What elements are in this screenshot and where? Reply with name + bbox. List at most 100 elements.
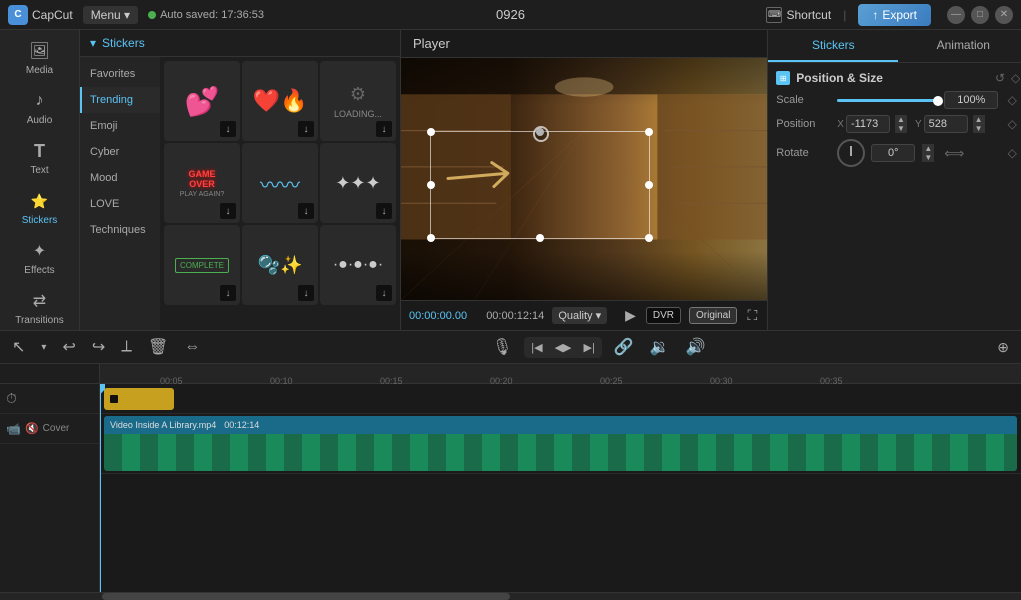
playhead[interactable] [100, 384, 101, 592]
clip-controls-group: |◀ ◀▶ ▶| [524, 337, 602, 358]
audio-label: Audio [27, 115, 53, 126]
scale-reset-button[interactable]: ◇ [1004, 92, 1020, 108]
minimize-button[interactable]: — [947, 6, 965, 24]
sidebar-item-audio[interactable]: ♪ Audio [4, 84, 76, 132]
tab-stickers[interactable]: Stickers [768, 30, 898, 62]
sticker-nav-techniques[interactable]: Techniques [80, 217, 160, 243]
download-icon[interactable]: ↓ [298, 285, 314, 301]
mirror-button[interactable]: ⇔ [180, 336, 204, 358]
scale-slider[interactable] [837, 99, 938, 102]
export-label: Export [882, 8, 917, 22]
clip-end-button[interactable]: ▶| [579, 339, 600, 356]
frame-strip [104, 434, 1017, 471]
download-icon[interactable]: ↓ [376, 203, 392, 219]
position-reset-button[interactable]: ◇ [1004, 116, 1020, 132]
autosave-indicator: Auto saved: 17:36:53 [148, 9, 264, 21]
scale-value[interactable] [944, 91, 998, 109]
rotate-indicator [850, 146, 852, 156]
position-x-input[interactable] [846, 115, 890, 133]
volume-up-button[interactable]: 🔊 [682, 335, 710, 359]
mic-button[interactable]: 🎙 [488, 335, 516, 359]
timeline-scrollbar[interactable] [0, 592, 1021, 600]
scale-slider-thumb[interactable] [933, 96, 943, 106]
logo-icon: C [8, 5, 28, 25]
time-sep [475, 310, 478, 322]
sidebar-item-text[interactable]: T Text [4, 134, 76, 182]
volume-down-button[interactable]: 🔉 [646, 335, 674, 359]
add-clip-button[interactable]: ⊕ [993, 337, 1013, 358]
rotation-handle[interactable] [533, 126, 549, 142]
list-item[interactable]: ⚙ LOADING... ↓ [320, 61, 396, 141]
clip-split-button[interactable]: ◀▶ [550, 339, 577, 356]
sidebar-item-media[interactable]: 🖼 Media [4, 34, 76, 82]
undo-button[interactable]: ↩ [58, 335, 79, 359]
list-item[interactable]: ·●·●·●· ↓ [320, 225, 396, 305]
position-y-input[interactable] [924, 115, 968, 133]
list-item[interactable]: COMPLETE ↓ [164, 225, 240, 305]
sticker-clip[interactable] [104, 388, 174, 410]
clip-start-button[interactable]: |◀ [526, 339, 547, 356]
maximize-button[interactable]: □ [971, 6, 989, 24]
close-button[interactable]: ✕ [995, 6, 1013, 24]
tab-animation[interactable]: Animation [898, 30, 1021, 62]
scale-slider-container[interactable] [837, 99, 938, 102]
quality-button[interactable]: Quality ▾ [552, 307, 607, 324]
rotate-dial[interactable] [837, 139, 865, 167]
download-icon[interactable]: ↓ [376, 285, 392, 301]
original-button[interactable]: Original [689, 307, 737, 324]
keyframe-button[interactable]: ◇ [1011, 71, 1020, 85]
x-down-button[interactable]: ▼ [895, 124, 907, 133]
redo-button[interactable]: ↪ [88, 335, 109, 359]
sticker-nav-emoji[interactable]: Emoji [80, 113, 160, 139]
video-clip[interactable]: Video Inside A Library.mp4 00:12:14 [104, 416, 1017, 471]
stickers-content: Favorites Trending Emoji Cyber Mood LOVE… [80, 57, 400, 330]
shortcut-button[interactable]: ⌨ Shortcut [766, 7, 831, 23]
y-down-button[interactable]: ▼ [973, 124, 985, 133]
menu-button[interactable]: Menu ▾ [83, 6, 138, 24]
rotate-value[interactable] [871, 144, 915, 162]
list-item[interactable]: ✦✦✦ ↓ [320, 143, 396, 223]
stickers-header-arrow: ▾ [90, 36, 96, 50]
rotate-up-button[interactable]: ▲ [922, 144, 934, 153]
split-button[interactable]: ⟂ [117, 336, 136, 358]
list-item[interactable]: ❤️🔥 ↓ [242, 61, 318, 141]
fullscreen-button[interactable]: ⛶ [745, 305, 759, 326]
download-icon[interactable]: ↓ [376, 121, 392, 137]
download-icon[interactable]: ↓ [220, 203, 236, 219]
sticker-nav-love[interactable]: LOVE [80, 191, 160, 217]
dvr-button[interactable]: DVR [646, 307, 681, 324]
sticker-nav-cyber[interactable]: Cyber [80, 139, 160, 165]
reset-all-button[interactable]: ↺ [995, 71, 1005, 85]
video-clip-header: Video Inside A Library.mp4 00:12:14 [104, 416, 1017, 434]
play-button[interactable]: ▶ [623, 305, 638, 326]
export-button[interactable]: ↑ Export [858, 4, 931, 26]
link-button[interactable]: 🔗 [610, 335, 638, 359]
list-item[interactable]: 〰〰 ↓ [242, 143, 318, 223]
list-item[interactable]: GAME OVER PLAY AGAIN? ↓ [164, 143, 240, 223]
y-label: Y [915, 119, 922, 130]
rotate-reset-button[interactable]: ◇ [1004, 145, 1020, 161]
transitions-icon: ⇄ [29, 290, 51, 312]
scrollbar-thumb[interactable] [102, 593, 510, 600]
select-dropdown-button[interactable]: ▾ [37, 340, 50, 355]
delete-button[interactable]: 🗑 [144, 335, 172, 359]
download-icon[interactable]: ↓ [220, 121, 236, 137]
list-item[interactable]: 🫧✨ ↓ [242, 225, 318, 305]
list-item[interactable]: 💕 ↓ [164, 61, 240, 141]
y-up-button[interactable]: ▲ [973, 115, 985, 124]
sticker-nav-trending[interactable]: Trending [80, 87, 160, 113]
sidebar-item-effects[interactable]: ✦ Effects [4, 234, 76, 282]
sidebar-item-stickers[interactable]: ⭐ Stickers [4, 184, 76, 232]
download-icon[interactable]: ↓ [298, 203, 314, 219]
download-icon[interactable]: ↓ [220, 285, 236, 301]
sticker-nav-mood[interactable]: Mood [80, 165, 160, 191]
sticker-dots: ·●·●·●· [333, 256, 383, 274]
sidebar-item-transitions[interactable]: ⇄ Transitions [4, 284, 76, 330]
quality-label: Quality [558, 310, 592, 322]
rotate-down-button[interactable]: ▼ [922, 153, 934, 162]
select-tool-button[interactable]: ↖ [8, 335, 29, 359]
download-icon[interactable]: ↓ [298, 121, 314, 137]
x-up-button[interactable]: ▲ [895, 115, 907, 124]
sticker-nav-favorites[interactable]: Favorites [80, 61, 160, 87]
left-panel: 🖼 Media ♪ Audio T Text ⭐ Stickers ✦ Effe… [0, 30, 400, 330]
